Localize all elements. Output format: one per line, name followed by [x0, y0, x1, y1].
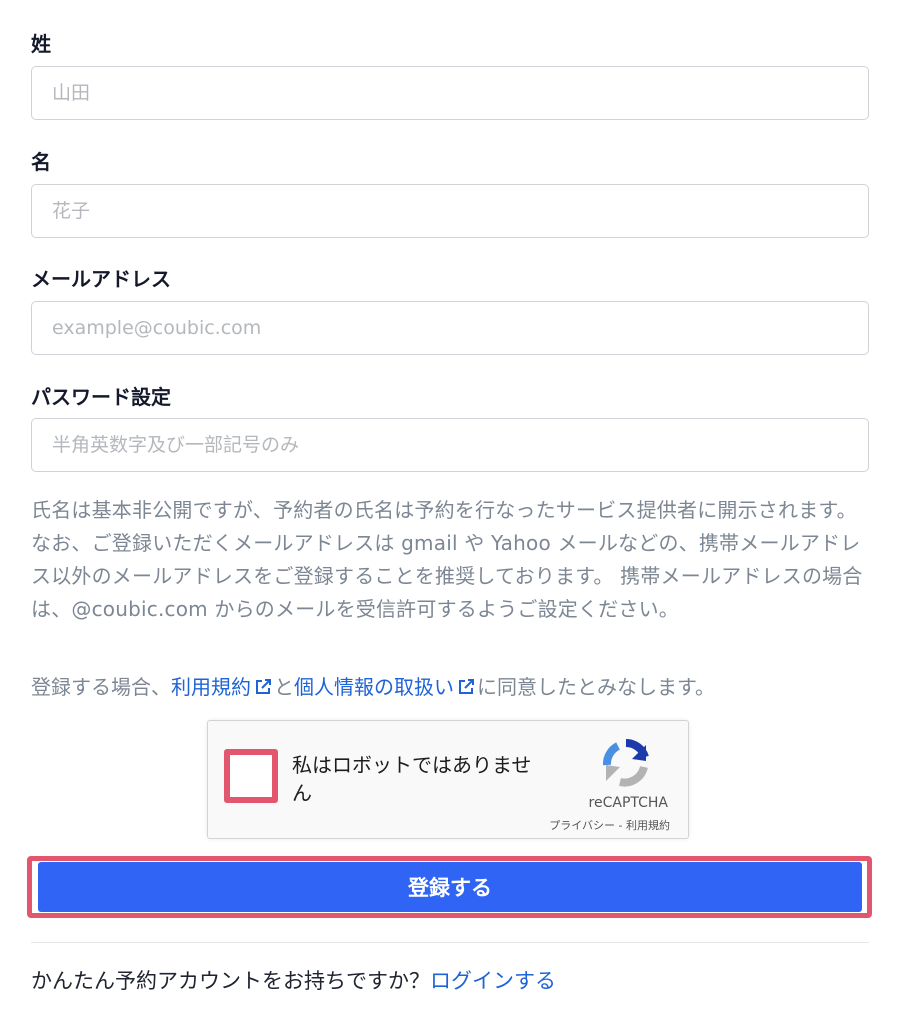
last-name-input[interactable] [31, 66, 869, 120]
recaptcha-privacy-link[interactable]: プライバシー [549, 819, 615, 832]
recaptcha-terms-link[interactable]: 利用規約 [626, 819, 670, 832]
first-name-input[interactable] [31, 184, 869, 238]
terms-connector: と [274, 675, 294, 699]
privacy-policy-link[interactable]: 個人情報の取扱い [294, 675, 477, 699]
password-input[interactable] [31, 418, 869, 472]
login-link[interactable]: ログインする [430, 969, 556, 993]
register-button[interactable]: 登録する [38, 862, 862, 912]
divider [31, 942, 869, 943]
privacy-notice: 氏名は基本非公開ですが、予約者の氏名は予約を行なったサービス提供者に開示されます… [31, 498, 863, 621]
terms-agreement: 登録する場合、利用規約 と個人情報の取扱い に同意したとみなします。 [31, 672, 869, 702]
recaptcha-brand: reCAPTCHA [588, 795, 668, 811]
recaptcha-link-separator: - [615, 819, 626, 832]
terms-prefix: 登録する場合、 [31, 675, 171, 699]
recaptcha-label: 私はロボットではありません [292, 753, 532, 805]
first-name-label: 名 [31, 150, 51, 174]
recaptcha-checkbox[interactable] [224, 749, 278, 803]
external-link-icon [459, 679, 474, 694]
recaptcha-links: プライバシー - 利用規約 [549, 817, 670, 833]
privacy-policy-label: 個人情報の取扱い [294, 675, 454, 699]
terms-of-service-link[interactable]: 利用規約 [171, 675, 274, 699]
password-label: パスワード設定 [31, 385, 171, 409]
login-prompt: かんたん予約アカウントをお持ちですか？ [31, 969, 430, 993]
recaptcha-widget: 私はロボットではありません reCAPTCHA プライバシー - 利用規約 [207, 720, 689, 839]
email-input[interactable] [31, 301, 869, 355]
email-label: メールアドレス [31, 267, 171, 291]
external-link-icon [256, 679, 271, 694]
login-prompt-row: かんたん予約アカウントをお持ちですか？ログインする [31, 966, 556, 996]
last-name-label: 姓 [31, 32, 51, 56]
terms-of-service-label: 利用規約 [171, 675, 251, 699]
terms-suffix: に同意したとみなします。 [477, 675, 715, 699]
recaptcha-logo-icon [603, 739, 649, 787]
